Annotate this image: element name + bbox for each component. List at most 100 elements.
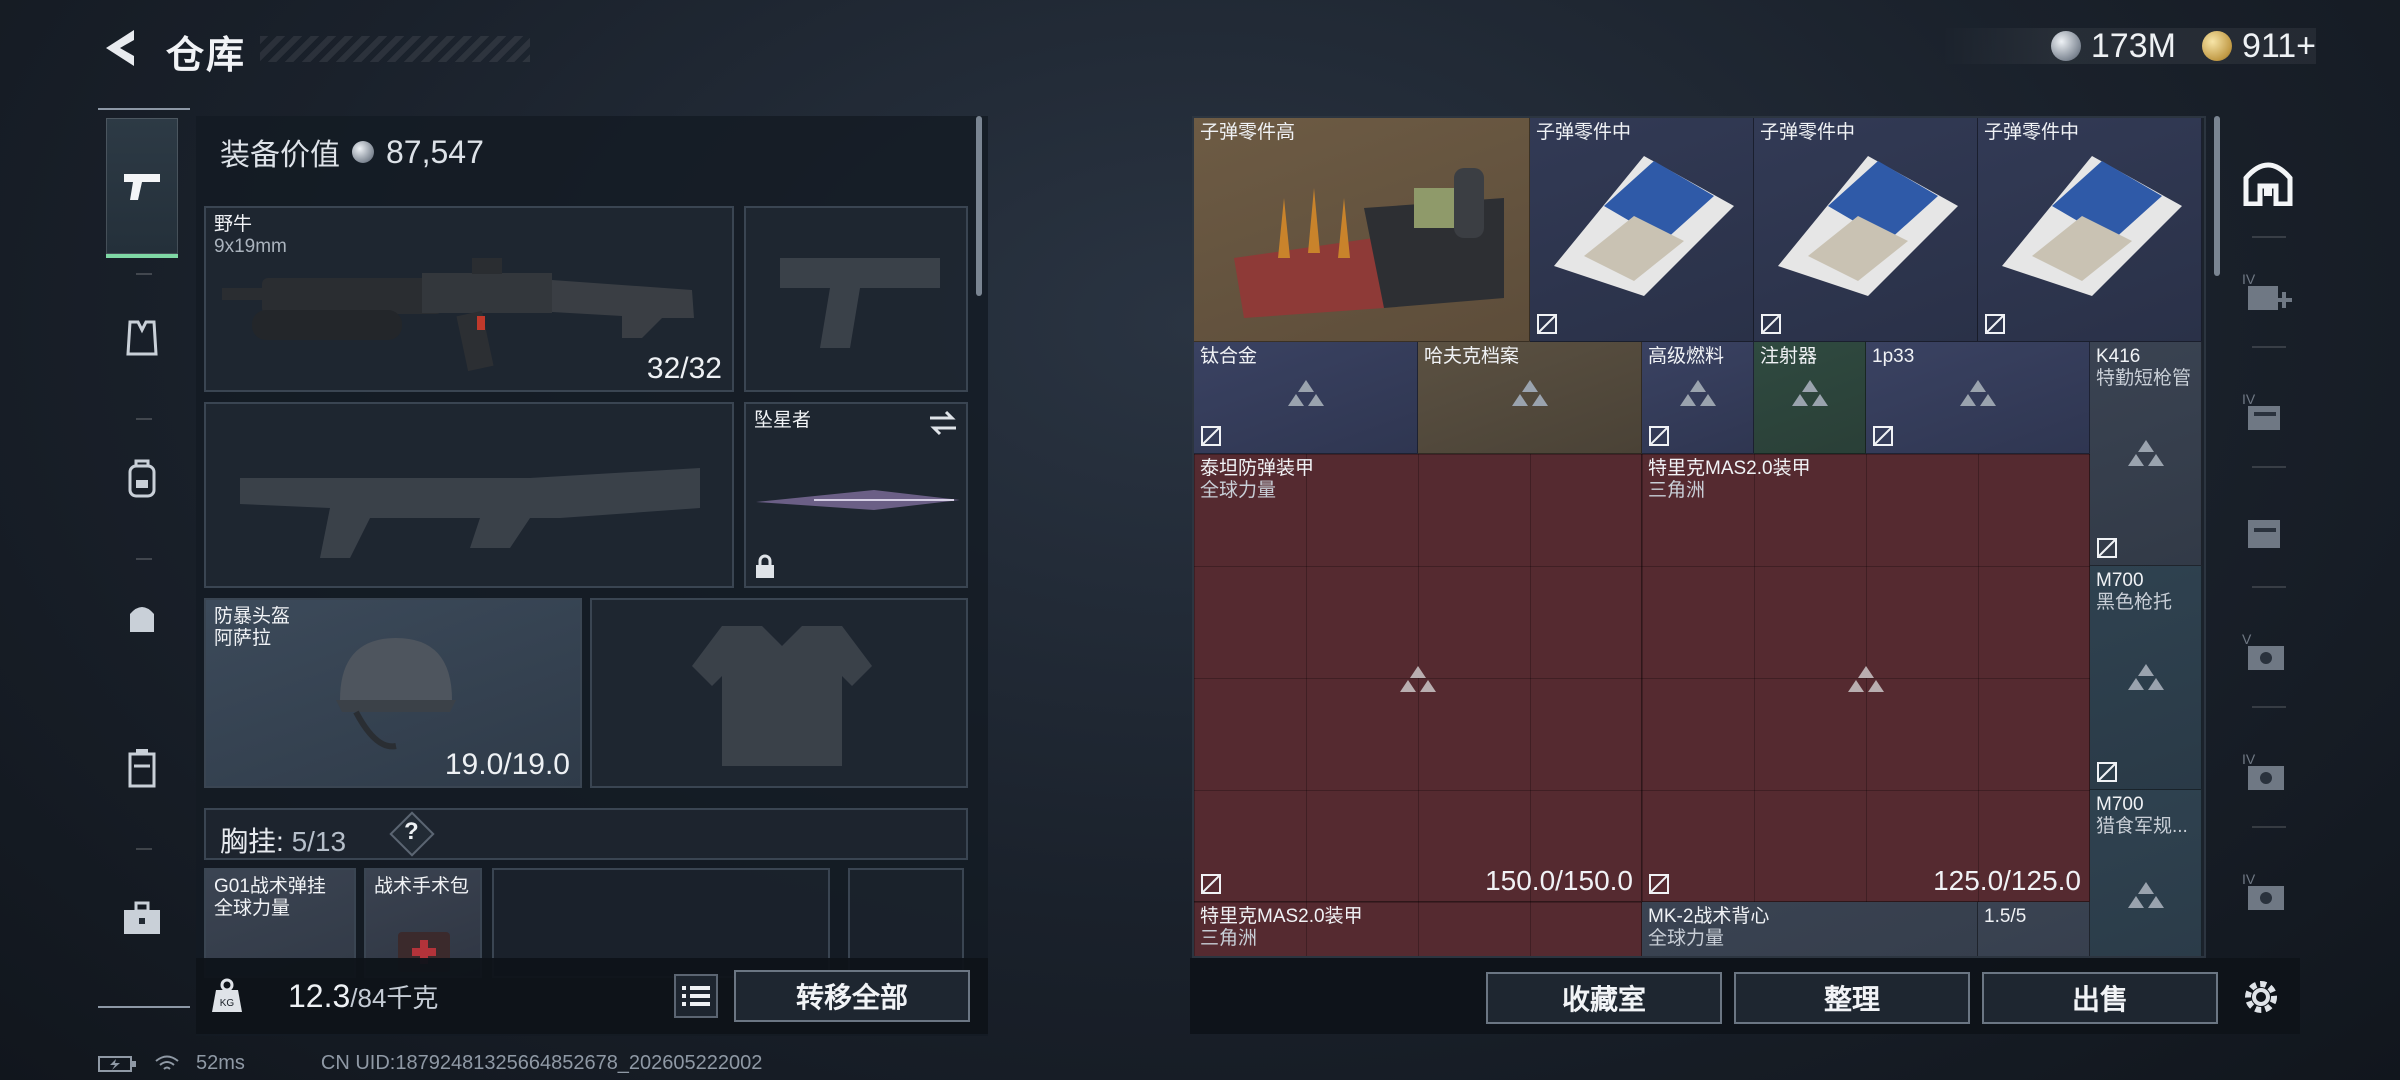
equipment-value-amount: 87,547	[386, 133, 484, 170]
stash-item[interactable]: K416 特勤短枪管	[2090, 342, 2202, 566]
tab-vest[interactable]	[106, 268, 178, 408]
sidearm-slot-empty[interactable]	[744, 206, 968, 392]
collection-room-button[interactable]: 收藏室	[1486, 972, 1722, 1024]
stash-item[interactable]: MK-2战术背心 全球力量	[1642, 902, 1978, 956]
tab-backpack[interactable]	[106, 408, 178, 548]
back-button[interactable]	[96, 24, 144, 72]
stash-item-name: K416 特勤短枪管	[2096, 346, 2191, 390]
unidentified-item-icon	[1960, 380, 1996, 406]
stash-item-title: 特里克MAS2.0装甲	[1200, 906, 1363, 927]
stash-item-title: 特里克MAS2.0装甲	[1648, 458, 1811, 479]
stash-item-name: 特里克MAS2.0装甲 三角洲	[1200, 906, 1363, 950]
unidentified-item-icon	[1680, 380, 1716, 406]
add-stash-page-button[interactable]: IV	[2236, 260, 2300, 324]
stash-item[interactable]: 子弹零件中	[1754, 118, 1978, 342]
safe-box-button[interactable]: IV	[2236, 740, 2300, 804]
stash-item[interactable]: 子弹零件中	[1978, 118, 2202, 342]
stash-item-sub: 特勤短枪管	[2096, 368, 2192, 389]
helmet-name: 防暴头盔 阿萨拉	[214, 606, 290, 650]
safe-box-button[interactable]: V	[2236, 620, 2300, 684]
stash-item[interactable]: M700 猎食军规...	[2090, 790, 2202, 956]
item-durability: 150.0/150.0	[1485, 865, 1633, 896]
stash-item-name: 钛合金	[1200, 346, 1258, 367]
stash-item-sub: 全球力量	[1648, 928, 1725, 949]
no-sell-icon	[1537, 314, 1557, 334]
stash-item-name: 特里克MAS2.0装甲 三角洲	[1648, 458, 1811, 502]
stash-scrollbar[interactable]	[2214, 116, 2220, 276]
safe-icon: IV	[2242, 751, 2284, 790]
side-divider	[2252, 236, 2286, 238]
stash-item-name: 子弹零件中	[1536, 122, 1632, 143]
armor-slot-empty[interactable]	[590, 598, 968, 788]
side-divider	[2252, 466, 2286, 468]
currency-gold-value: 911+	[2241, 26, 2316, 65]
stash-icon	[2243, 162, 2293, 206]
back-arrow-icon	[106, 30, 134, 66]
helmet-slot[interactable]: 防暴头盔 阿萨拉 19.0/19.0	[204, 598, 582, 788]
currency-gold[interactable]: 911+	[2201, 26, 2316, 66]
sell-button[interactable]: 出售	[1982, 972, 2218, 1024]
stash-item[interactable]: 特里克MAS2.0装甲 三角洲	[1194, 902, 1642, 956]
stash-item[interactable]: 泰坦防弹装甲 全球力量 150.0/150.0	[1194, 454, 1642, 902]
secondary-weapon-slot-empty[interactable]	[204, 402, 734, 588]
folder-icon: IV	[2242, 391, 2280, 430]
stash-item[interactable]: 注射器	[1754, 342, 1866, 454]
stash-page-button[interactable]	[2236, 500, 2300, 564]
stash-item[interactable]: M700 黑色枪托	[2090, 566, 2202, 790]
stash-item-name: 哈夫克档案	[1424, 346, 1520, 367]
settings-button[interactable]	[2238, 974, 2284, 1020]
rig-item-name: G01战术弹挂 全球力量	[214, 876, 326, 920]
stash-item[interactable]: 子弹零件中	[1530, 118, 1754, 342]
stash-item[interactable]: 1.5/5	[1978, 902, 2090, 956]
folder-icon	[2248, 520, 2280, 548]
swap-icon[interactable]	[928, 410, 958, 436]
primary-weapon-slot[interactable]: 野牛 9x19mm 32/32	[204, 206, 734, 392]
uid-text: CN UID:18792481325664852678_202605222002	[320, 1052, 763, 1074]
lock-icon	[756, 554, 774, 578]
pistol-silhouette-icon	[780, 258, 940, 348]
loadout-footer: KG 12.3/84千克 转移全部	[196, 958, 988, 1034]
transfer-all-button[interactable]: 转移全部	[734, 970, 970, 1022]
melee-slot[interactable]: 坠星者	[744, 402, 968, 588]
chest-rig-label: 胸挂: 5/13	[220, 820, 346, 860]
stash-home-button[interactable]	[2236, 150, 2300, 214]
stash-item[interactable]: 特里克MAS2.0装甲 三角洲 125.0/125.0	[1642, 454, 2090, 902]
tab-case[interactable]	[106, 848, 178, 988]
stash-item-name: 高级燃料	[1648, 346, 1725, 367]
unidentified-item-icon	[2128, 440, 2164, 466]
no-sell-icon	[1649, 874, 1669, 894]
safe-box-button[interactable]: IV	[2236, 860, 2300, 924]
tab-firearms[interactable]	[106, 118, 178, 258]
help-icon[interactable]: ?	[404, 818, 422, 846]
bullet-parts-crate-image	[1234, 168, 1504, 318]
stash-item[interactable]: 哈夫克档案	[1418, 342, 1642, 454]
no-sell-icon	[2097, 538, 2117, 558]
safe-icon: V	[2242, 631, 2284, 670]
list-view-button[interactable]	[674, 974, 718, 1018]
tab-bag[interactable]	[106, 548, 178, 688]
stash-item-name: 1p33	[1872, 346, 1915, 367]
gold-coin-icon	[2201, 31, 2232, 61]
stash-item[interactable]: 高级燃料	[1642, 342, 1754, 454]
wifi-icon	[155, 1055, 179, 1070]
stash-item-name: MK-2战术背心 全球力量	[1648, 906, 1769, 950]
briefcase-icon	[124, 901, 160, 934]
rig-item-title: G01战术弹挂	[214, 876, 326, 897]
loadout-scrollbar[interactable]	[976, 116, 982, 296]
ping-value: 52ms	[196, 1052, 245, 1074]
stash-page-button[interactable]: IV	[2236, 380, 2300, 444]
stash-item[interactable]: 钛合金	[1194, 342, 1418, 454]
side-divider	[2252, 346, 2286, 348]
stash-item[interactable]: 1p33	[1866, 342, 2090, 454]
currency-silver[interactable]: 173M	[2050, 27, 2176, 66]
stash-item[interactable]: 子弹零件高	[1194, 118, 1530, 342]
stash-item-title: K416	[2096, 346, 2141, 367]
chest-rig-title: 胸挂:	[220, 826, 284, 857]
top-bar: 仓库 173M 911+	[0, 0, 2400, 100]
rifle-silhouette-icon	[240, 468, 700, 558]
loadout-panel: 装备价值 87,547 野牛 9x19mm 32/32 坠星者 防暴头盔 阿萨拉…	[196, 116, 988, 1036]
sort-button[interactable]: 整理	[1734, 972, 1970, 1024]
item-durability: 125.0/125.0	[1933, 865, 2081, 896]
ammo-kit-image	[1778, 156, 1958, 296]
tab-container[interactable]	[106, 698, 178, 838]
